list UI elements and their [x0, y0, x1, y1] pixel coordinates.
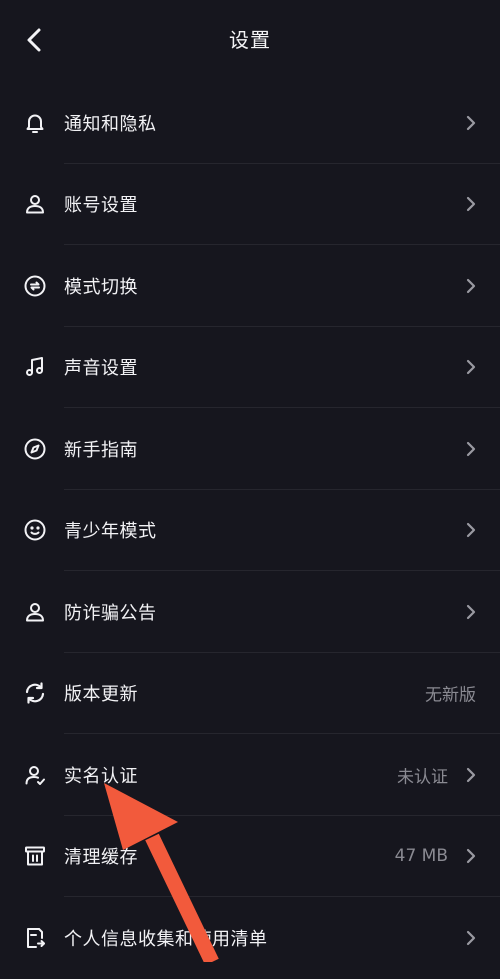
switch-mode-icon: [22, 273, 48, 299]
chevron-right-icon: [466, 604, 476, 619]
chevron-right-icon: [466, 767, 476, 782]
music-note-icon: [22, 354, 48, 380]
cache-size-value: 47 MB: [394, 846, 448, 867]
version-status-value: 无新版: [425, 685, 476, 706]
settings-item-version-update[interactable]: 版本更新 无新版: [0, 653, 500, 734]
settings-item-real-name-verification[interactable]: 实名认证 未认证: [0, 734, 500, 816]
settings-item-account[interactable]: 账号设置: [0, 164, 500, 245]
settings-item-teen-mode[interactable]: 青少年模式: [0, 490, 500, 571]
chevron-right-icon: [466, 197, 476, 212]
settings-item-label: 防诈骗公告: [64, 602, 157, 624]
chevron-right-icon: [466, 115, 476, 130]
settings-list: 通知和隐私 账号设置 模式切换 声音设置 新手指南 青少年模式 防诈骗公告 版本…: [0, 82, 500, 979]
top-bar: 设置: [0, 0, 500, 82]
settings-item-clear-cache[interactable]: 清理缓存 47 MB: [0, 816, 500, 897]
settings-item-label: 清理缓存: [64, 847, 138, 869]
document-list-icon: [22, 925, 48, 951]
settings-item-anti-fraud-notice[interactable]: 防诈骗公告: [0, 571, 500, 653]
settings-item-sound[interactable]: 声音设置: [0, 327, 500, 408]
user-icon: [22, 191, 48, 217]
settings-item-mode-switch[interactable]: 模式切换: [0, 245, 500, 327]
settings-item-notifications-privacy[interactable]: 通知和隐私: [0, 82, 500, 164]
user-verified-icon: [22, 762, 48, 788]
settings-item-beginner-guide[interactable]: 新手指南: [0, 408, 500, 490]
settings-item-label: 模式切换: [64, 276, 138, 298]
chevron-right-icon: [466, 523, 476, 538]
settings-item-label: 个人信息收集和使用清单: [64, 928, 268, 950]
verification-status-value: 未认证: [397, 767, 448, 788]
settings-item-label: 通知和隐私: [64, 113, 157, 135]
settings-item-label: 新手指南: [64, 439, 138, 461]
settings-item-label: 账号设置: [64, 195, 138, 217]
settings-item-label: 实名认证: [64, 765, 138, 787]
chevron-right-icon: [466, 849, 476, 864]
chevron-right-icon: [466, 360, 476, 375]
settings-item-label: 声音设置: [64, 358, 138, 380]
chevron-right-icon: [466, 441, 476, 456]
trash-box-icon: [22, 843, 48, 869]
bell-icon: [22, 110, 48, 136]
chevron-right-icon: [466, 278, 476, 293]
settings-item-label: 版本更新: [64, 684, 138, 706]
smiley-icon: [22, 517, 48, 543]
settings-item-personal-info-list[interactable]: 个人信息收集和使用清单: [0, 897, 500, 979]
user-icon: [22, 599, 48, 625]
settings-item-label: 青少年模式: [64, 521, 157, 543]
chevron-right-icon: [466, 930, 476, 945]
page-title: 设置: [229, 28, 271, 52]
refresh-icon: [22, 680, 48, 706]
compass-icon: [22, 436, 48, 462]
